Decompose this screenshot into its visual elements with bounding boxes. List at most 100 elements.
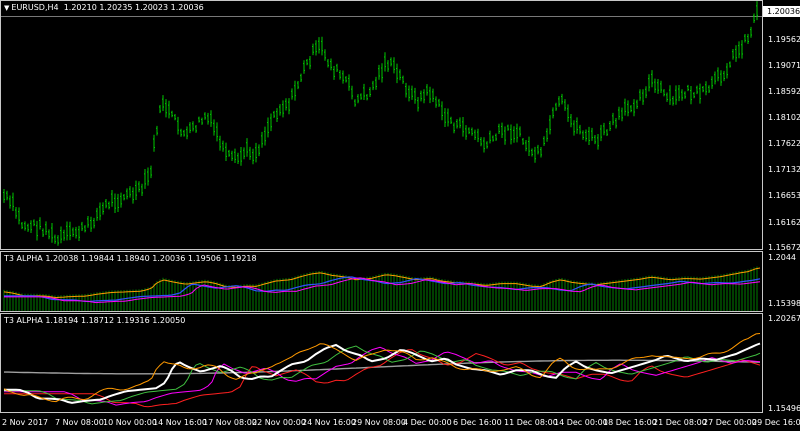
price-bar [552, 107, 554, 119]
price-bar [546, 128, 548, 142]
price-bar [519, 126, 521, 137]
price-bar [99, 202, 101, 221]
price-chart-pane[interactable]: ▼ EURUSD,H4 1.20210 1.20235 1.20023 1.200… [0, 0, 763, 250]
price-bar [105, 198, 107, 209]
price-bar [372, 80, 374, 91]
indicator1-value: 1.19844 [80, 254, 115, 263]
price-bar [249, 146, 251, 160]
indicator2-pane[interactable]: T3 ALPHA 1.18194 1.18712 1.19316 1.20050 [0, 313, 763, 413]
price-bar [324, 49, 326, 61]
price-bar [444, 108, 446, 128]
indicator2-scale-label: 1.20267 [768, 314, 800, 323]
price-bar [555, 102, 557, 111]
price-bar [633, 99, 635, 117]
price-bar [600, 124, 602, 142]
price-bar [621, 107, 623, 122]
indicator2-plot [3, 333, 761, 408]
time-axis-label: 29 Nov 08:00 [352, 418, 406, 427]
price-bar [27, 223, 29, 232]
price-bar [30, 220, 32, 234]
price-bar [522, 138, 524, 145]
price-bar [699, 83, 701, 104]
time-axis-label: 14 Nov 16:00 [153, 418, 207, 427]
price-bar [213, 119, 215, 136]
price-scale-label: 1.17132 [768, 165, 800, 174]
time-axis-label: 11 Dec 08:00 [504, 418, 558, 427]
price-bar [72, 227, 74, 237]
price-bar [237, 152, 239, 165]
price-bar [465, 125, 467, 140]
price-bar [654, 78, 656, 93]
indicator1-value: 1.19506 [187, 254, 221, 263]
price-bar [510, 124, 512, 145]
price-bar [162, 95, 164, 111]
price-bar [672, 96, 674, 106]
time-axis-label: 2 Nov 2017 [2, 418, 49, 427]
price-bar [318, 37, 320, 54]
time-axis-label: 27 Dec 00:00 [703, 418, 757, 427]
indicator1-pane[interactable]: T3 ALPHA 1.20038 1.19844 1.18940 1.20036… [0, 251, 763, 312]
time-axis-label: 7 Nov 08:00 [55, 418, 104, 427]
price-bar [306, 58, 308, 66]
price-scale-label: 1.18592 [768, 87, 800, 96]
price-bar [561, 93, 563, 105]
indicator2-name: T3 ALPHA [4, 316, 43, 325]
price-bar [471, 127, 473, 136]
price-bar [567, 104, 569, 122]
price-bar [123, 194, 125, 201]
price-bar [345, 76, 347, 83]
price-bar [744, 34, 746, 43]
price-bar [423, 89, 425, 104]
price-bar [276, 108, 278, 122]
indicator2-line-green [4, 345, 761, 405]
price-bar [240, 147, 242, 166]
price-bar [150, 165, 152, 179]
price-bar [429, 86, 431, 104]
time-axis-label: 4 Dec 00:00 [403, 418, 452, 427]
indicator1-value: 1.20038 [45, 254, 79, 263]
price-bar [192, 121, 194, 132]
price-bar [321, 36, 323, 56]
price-bar [735, 45, 737, 62]
price-bar [36, 220, 38, 241]
price-bar [468, 127, 470, 135]
price-scale-label: 1.16653 [768, 191, 800, 200]
price-bar [210, 110, 212, 127]
price-bar [312, 43, 314, 56]
time-axis-label: 29 Dec 16:00 [752, 418, 800, 427]
price-bar [90, 216, 92, 232]
price-bar [591, 127, 593, 141]
price-bar [666, 92, 668, 102]
price-bar [714, 71, 716, 85]
price-bar [729, 61, 731, 68]
price-bar [576, 117, 578, 134]
price-bar [9, 195, 11, 209]
price-bar [618, 106, 620, 120]
price-bar [390, 57, 392, 67]
price-bar [378, 64, 380, 80]
price-bar [693, 92, 695, 99]
price-bars [1, 1, 762, 246]
price-bar [315, 40, 317, 56]
price-bar [285, 98, 287, 111]
price-bar [459, 117, 461, 129]
price-bar [717, 67, 719, 82]
price-bar [516, 123, 518, 143]
price-bar [543, 136, 545, 146]
price-bar [411, 85, 413, 100]
price-bar [474, 129, 476, 140]
price-bar [78, 225, 80, 242]
dropdown-arrow-icon[interactable]: ▼ [4, 4, 9, 12]
price-bar [6, 190, 8, 201]
price-bar [525, 140, 527, 152]
price-bar [375, 76, 377, 90]
price-bar [615, 118, 617, 129]
price-bar [639, 89, 641, 101]
price-bar [354, 99, 356, 107]
price-bar [102, 202, 104, 215]
price-bar [366, 93, 368, 101]
indicator1-header: T3 ALPHA 1.20038 1.19844 1.18940 1.20036… [4, 254, 257, 263]
price-bar [339, 70, 341, 80]
price-bar [84, 225, 86, 233]
price-bar [393, 57, 395, 74]
